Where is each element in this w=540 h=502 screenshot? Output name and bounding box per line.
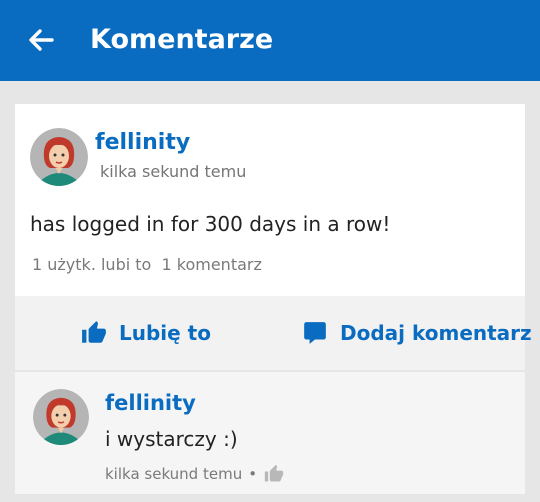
add-comment-button-label: Dodaj komentarz xyxy=(340,321,532,345)
comment-item: fellinity i wystarczy :) kilka sekund te… xyxy=(15,372,525,494)
likes-count[interactable]: 1 użytk. lubi to xyxy=(32,255,151,274)
comment-text: i wystarczy :) xyxy=(105,427,238,451)
post-text: has logged in for 300 days in a row! xyxy=(30,212,391,236)
page-title: Komentarze xyxy=(90,24,274,55)
avatar[interactable] xyxy=(30,128,88,186)
post-card: fellinity kilka sekund temu has logged i… xyxy=(15,104,525,296)
like-button-label: Lubię to xyxy=(119,321,211,345)
comment-meta: kilka sekund temu • xyxy=(105,464,284,484)
thumbs-up-icon[interactable] xyxy=(264,464,284,484)
back-button[interactable] xyxy=(22,22,62,58)
comment-avatar[interactable] xyxy=(33,389,89,445)
meta-separator: • xyxy=(248,465,258,483)
action-bar: Lubię to Dodaj komentarz xyxy=(15,296,532,370)
post-timestamp: kilka sekund temu xyxy=(100,162,247,181)
speech-bubble-icon xyxy=(304,322,326,344)
avatar-image xyxy=(30,128,88,186)
comment-author[interactable]: fellinity xyxy=(105,390,196,416)
thumbs-up-icon xyxy=(82,321,106,343)
app-bar: Komentarze xyxy=(0,0,540,81)
avatar-image xyxy=(33,389,89,445)
add-comment-button[interactable]: Dodaj komentarz xyxy=(302,296,532,370)
arrow-left-icon xyxy=(29,29,54,51)
post-author[interactable]: fellinity xyxy=(95,129,190,157)
like-button[interactable]: Lubię to xyxy=(81,296,211,370)
comments-count[interactable]: 1 komentarz xyxy=(162,255,262,274)
comment-timestamp: kilka sekund temu xyxy=(105,465,243,483)
post-stats: 1 użytk. lubi to 1 komentarz xyxy=(32,255,262,275)
